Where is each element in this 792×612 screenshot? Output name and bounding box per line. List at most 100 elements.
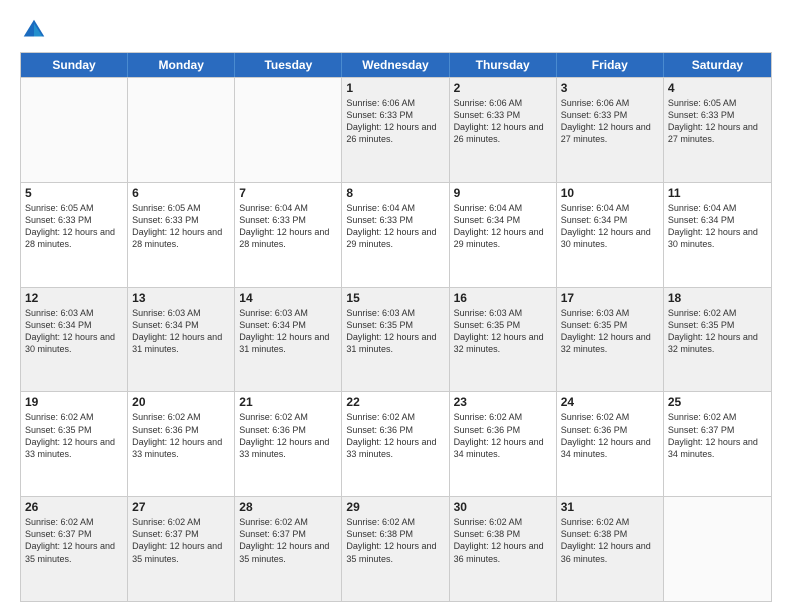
calendar-cell: 30 Sunrise: 6:02 AM Sunset: 6:38 PM Dayli… bbox=[450, 497, 557, 601]
calendar-cell: 28 Sunrise: 6:02 AM Sunset: 6:37 PM Dayli… bbox=[235, 497, 342, 601]
weekday-header: Tuesday bbox=[235, 53, 342, 77]
day-info: Sunrise: 6:02 AM Sunset: 6:36 PM Dayligh… bbox=[561, 411, 659, 460]
day-number: 13 bbox=[132, 291, 230, 305]
calendar-cell: 11 Sunrise: 6:04 AM Sunset: 6:34 PM Dayli… bbox=[664, 183, 771, 287]
day-number: 26 bbox=[25, 500, 123, 514]
day-info: Sunrise: 6:02 AM Sunset: 6:36 PM Dayligh… bbox=[132, 411, 230, 460]
day-number: 24 bbox=[561, 395, 659, 409]
day-number: 18 bbox=[668, 291, 767, 305]
calendar-week: 12 Sunrise: 6:03 AM Sunset: 6:34 PM Dayli… bbox=[21, 287, 771, 392]
calendar-body: 1 Sunrise: 6:06 AM Sunset: 6:33 PM Daylig… bbox=[21, 77, 771, 601]
day-info: Sunrise: 6:06 AM Sunset: 6:33 PM Dayligh… bbox=[561, 97, 659, 146]
day-number: 20 bbox=[132, 395, 230, 409]
header bbox=[20, 16, 772, 44]
day-number: 31 bbox=[561, 500, 659, 514]
calendar-cell: 20 Sunrise: 6:02 AM Sunset: 6:36 PM Dayli… bbox=[128, 392, 235, 496]
day-info: Sunrise: 6:04 AM Sunset: 6:33 PM Dayligh… bbox=[239, 202, 337, 251]
day-number: 12 bbox=[25, 291, 123, 305]
calendar-cell: 15 Sunrise: 6:03 AM Sunset: 6:35 PM Dayli… bbox=[342, 288, 449, 392]
day-number: 11 bbox=[668, 186, 767, 200]
day-info: Sunrise: 6:04 AM Sunset: 6:34 PM Dayligh… bbox=[668, 202, 767, 251]
day-info: Sunrise: 6:06 AM Sunset: 6:33 PM Dayligh… bbox=[454, 97, 552, 146]
day-number: 7 bbox=[239, 186, 337, 200]
calendar: SundayMondayTuesdayWednesdayThursdayFrid… bbox=[20, 52, 772, 602]
day-info: Sunrise: 6:04 AM Sunset: 6:34 PM Dayligh… bbox=[454, 202, 552, 251]
day-info: Sunrise: 6:03 AM Sunset: 6:34 PM Dayligh… bbox=[132, 307, 230, 356]
calendar-cell bbox=[128, 78, 235, 182]
weekday-header: Monday bbox=[128, 53, 235, 77]
day-number: 25 bbox=[668, 395, 767, 409]
calendar-cell: 24 Sunrise: 6:02 AM Sunset: 6:36 PM Dayli… bbox=[557, 392, 664, 496]
day-info: Sunrise: 6:03 AM Sunset: 6:34 PM Dayligh… bbox=[239, 307, 337, 356]
day-info: Sunrise: 6:02 AM Sunset: 6:35 PM Dayligh… bbox=[25, 411, 123, 460]
day-info: Sunrise: 6:05 AM Sunset: 6:33 PM Dayligh… bbox=[25, 202, 123, 251]
calendar-cell: 14Sunrise: 6:03 AM Sunset: 6:34 PM Dayli… bbox=[235, 288, 342, 392]
calendar-cell: 27 Sunrise: 6:02 AM Sunset: 6:37 PM Dayli… bbox=[128, 497, 235, 601]
day-number: 2 bbox=[454, 81, 552, 95]
calendar-cell: 29 Sunrise: 6:02 AM Sunset: 6:38 PM Dayli… bbox=[342, 497, 449, 601]
weekday-header: Sunday bbox=[21, 53, 128, 77]
calendar-cell: 16 Sunrise: 6:03 AM Sunset: 6:35 PM Dayli… bbox=[450, 288, 557, 392]
calendar-cell: 6 Sunrise: 6:05 AM Sunset: 6:33 PM Daylig… bbox=[128, 183, 235, 287]
weekday-header: Wednesday bbox=[342, 53, 449, 77]
calendar-cell: 2 Sunrise: 6:06 AM Sunset: 6:33 PM Daylig… bbox=[450, 78, 557, 182]
calendar-cell: 19 Sunrise: 6:02 AM Sunset: 6:35 PM Dayli… bbox=[21, 392, 128, 496]
calendar-week: 5 Sunrise: 6:05 AM Sunset: 6:33 PM Daylig… bbox=[21, 182, 771, 287]
day-number: 3 bbox=[561, 81, 659, 95]
calendar-cell: 10Sunrise: 6:04 AM Sunset: 6:34 PM Dayli… bbox=[557, 183, 664, 287]
day-number: 15 bbox=[346, 291, 444, 305]
day-number: 27 bbox=[132, 500, 230, 514]
calendar-cell: 8Sunrise: 6:04 AM Sunset: 6:33 PM Daylig… bbox=[342, 183, 449, 287]
calendar-cell: 1Sunrise: 6:06 AM Sunset: 6:33 PM Daylig… bbox=[342, 78, 449, 182]
calendar-week: 26 Sunrise: 6:02 AM Sunset: 6:37 PM Dayli… bbox=[21, 496, 771, 601]
calendar-week: 19 Sunrise: 6:02 AM Sunset: 6:35 PM Dayli… bbox=[21, 391, 771, 496]
day-number: 30 bbox=[454, 500, 552, 514]
logo bbox=[20, 16, 52, 44]
weekday-header: Saturday bbox=[664, 53, 771, 77]
day-info: Sunrise: 6:02 AM Sunset: 6:35 PM Dayligh… bbox=[668, 307, 767, 356]
calendar-cell: 23Sunrise: 6:02 AM Sunset: 6:36 PM Dayli… bbox=[450, 392, 557, 496]
day-number: 29 bbox=[346, 500, 444, 514]
page: SundayMondayTuesdayWednesdayThursdayFrid… bbox=[0, 0, 792, 612]
calendar-cell: 13 Sunrise: 6:03 AM Sunset: 6:34 PM Dayli… bbox=[128, 288, 235, 392]
day-info: Sunrise: 6:05 AM Sunset: 6:33 PM Dayligh… bbox=[132, 202, 230, 251]
day-number: 10 bbox=[561, 186, 659, 200]
calendar-cell bbox=[664, 497, 771, 601]
calendar-header: SundayMondayTuesdayWednesdayThursdayFrid… bbox=[21, 53, 771, 77]
day-number: 1 bbox=[346, 81, 444, 95]
calendar-cell: 21Sunrise: 6:02 AM Sunset: 6:36 PM Dayli… bbox=[235, 392, 342, 496]
calendar-cell: 5 Sunrise: 6:05 AM Sunset: 6:33 PM Daylig… bbox=[21, 183, 128, 287]
day-number: 5 bbox=[25, 186, 123, 200]
day-info: Sunrise: 6:03 AM Sunset: 6:35 PM Dayligh… bbox=[346, 307, 444, 356]
calendar-cell: 26Sunrise: 6:02 AM Sunset: 6:37 PM Dayli… bbox=[21, 497, 128, 601]
day-number: 17 bbox=[561, 291, 659, 305]
day-number: 8 bbox=[346, 186, 444, 200]
weekday-header: Friday bbox=[557, 53, 664, 77]
weekday-header: Thursday bbox=[450, 53, 557, 77]
day-info: Sunrise: 6:05 AM Sunset: 6:33 PM Dayligh… bbox=[668, 97, 767, 146]
day-number: 19 bbox=[25, 395, 123, 409]
calendar-cell: 22Sunrise: 6:02 AM Sunset: 6:36 PM Dayli… bbox=[342, 392, 449, 496]
calendar-cell: 4Sunrise: 6:05 AM Sunset: 6:33 PM Daylig… bbox=[664, 78, 771, 182]
day-number: 28 bbox=[239, 500, 337, 514]
calendar-cell: 9Sunrise: 6:04 AM Sunset: 6:34 PM Daylig… bbox=[450, 183, 557, 287]
day-info: Sunrise: 6:03 AM Sunset: 6:35 PM Dayligh… bbox=[561, 307, 659, 356]
day-info: Sunrise: 6:02 AM Sunset: 6:38 PM Dayligh… bbox=[346, 516, 444, 565]
day-info: Sunrise: 6:02 AM Sunset: 6:38 PM Dayligh… bbox=[454, 516, 552, 565]
calendar-week: 1 Sunrise: 6:06 AM Sunset: 6:33 PM Daylig… bbox=[21, 77, 771, 182]
calendar-cell: 25Sunrise: 6:02 AM Sunset: 6:37 PM Dayli… bbox=[664, 392, 771, 496]
calendar-cell: 18 Sunrise: 6:02 AM Sunset: 6:35 PM Dayli… bbox=[664, 288, 771, 392]
day-info: Sunrise: 6:03 AM Sunset: 6:35 PM Dayligh… bbox=[454, 307, 552, 356]
calendar-cell: 3 Sunrise: 6:06 AM Sunset: 6:33 PM Daylig… bbox=[557, 78, 664, 182]
day-info: Sunrise: 6:02 AM Sunset: 6:36 PM Dayligh… bbox=[454, 411, 552, 460]
day-info: Sunrise: 6:02 AM Sunset: 6:37 PM Dayligh… bbox=[239, 516, 337, 565]
day-info: Sunrise: 6:02 AM Sunset: 6:37 PM Dayligh… bbox=[132, 516, 230, 565]
day-number: 6 bbox=[132, 186, 230, 200]
calendar-cell: 12 Sunrise: 6:03 AM Sunset: 6:34 PM Dayli… bbox=[21, 288, 128, 392]
day-info: Sunrise: 6:02 AM Sunset: 6:36 PM Dayligh… bbox=[239, 411, 337, 460]
calendar-cell: 7 Sunrise: 6:04 AM Sunset: 6:33 PM Daylig… bbox=[235, 183, 342, 287]
calendar-cell: 17 Sunrise: 6:03 AM Sunset: 6:35 PM Dayli… bbox=[557, 288, 664, 392]
day-number: 16 bbox=[454, 291, 552, 305]
day-number: 22 bbox=[346, 395, 444, 409]
day-info: Sunrise: 6:03 AM Sunset: 6:34 PM Dayligh… bbox=[25, 307, 123, 356]
